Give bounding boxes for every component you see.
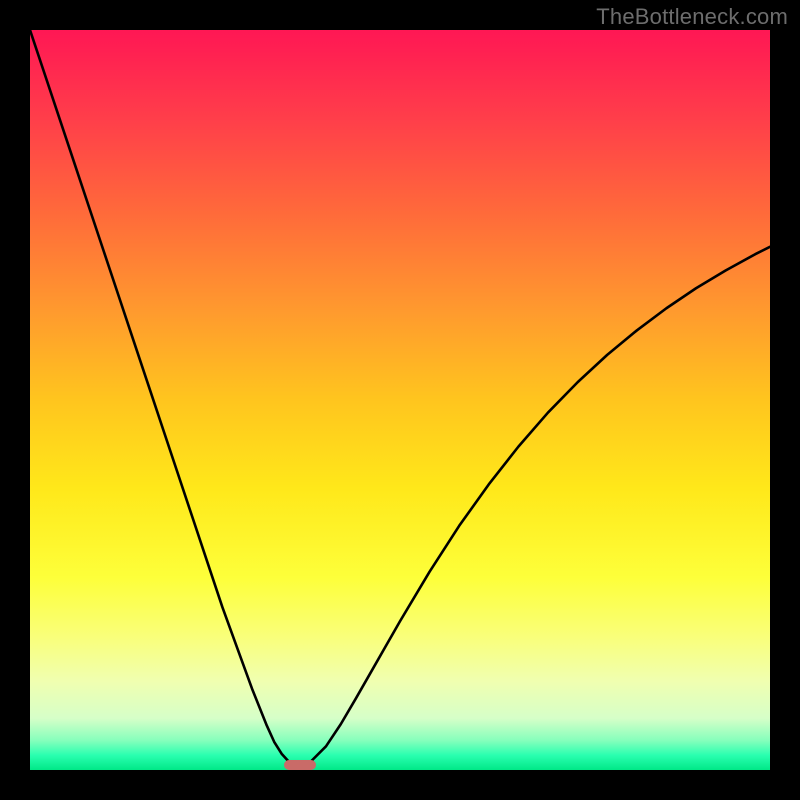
minimum-marker [284, 760, 316, 770]
plot-area [30, 30, 770, 770]
watermark-text: TheBottleneck.com [596, 4, 788, 30]
chart-frame: TheBottleneck.com [0, 0, 800, 800]
bottleneck-curve [30, 30, 770, 770]
